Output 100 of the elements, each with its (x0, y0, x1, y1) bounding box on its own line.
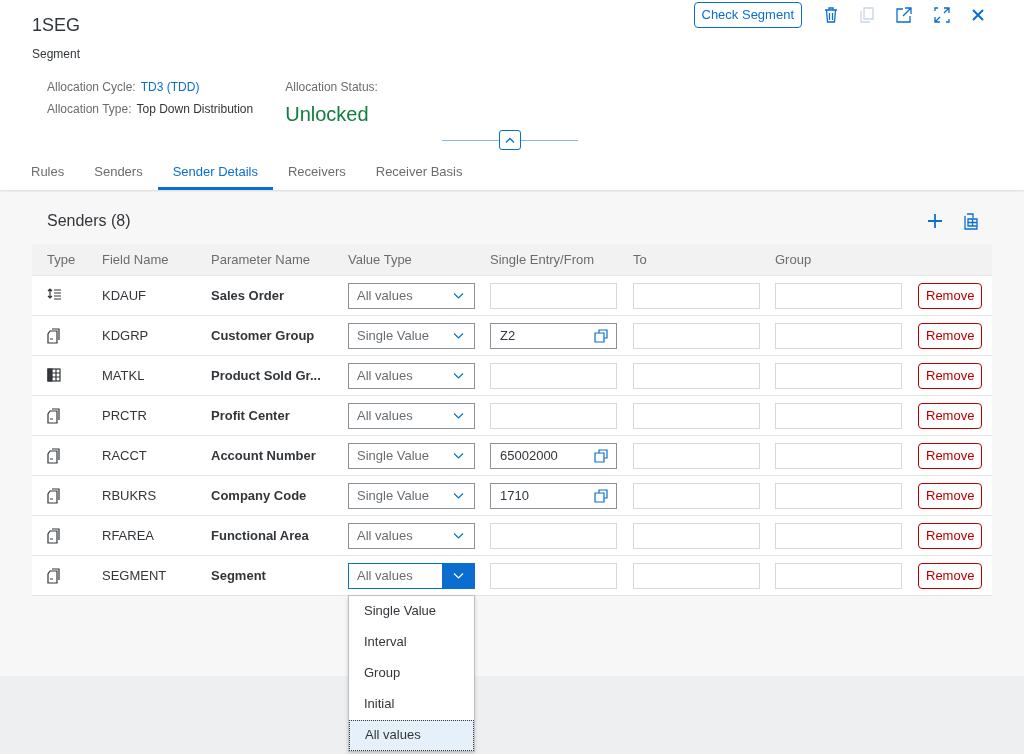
document-type-icon (47, 527, 62, 544)
group-input[interactable] (775, 402, 902, 429)
from-input[interactable] (490, 522, 617, 549)
tab[interactable]: Rules (16, 154, 80, 190)
tab[interactable]: Sender Details (157, 154, 273, 190)
parameter-name: Product Sold Gr... (211, 367, 321, 383)
field-value: Top Down Distribution (136, 101, 254, 118)
from-input[interactable] (490, 282, 617, 309)
value-type-select[interactable]: Single Value (348, 482, 475, 509)
to-input[interactable] (633, 482, 760, 509)
value-type-select[interactable]: All values (348, 282, 475, 309)
column-header: Field Name (102, 251, 169, 267)
group-input[interactable] (775, 442, 902, 469)
remove-button[interactable]: Remove (918, 282, 983, 309)
add-icon[interactable] (928, 214, 942, 228)
chevron-down-icon (452, 532, 464, 539)
group-input[interactable] (775, 282, 902, 309)
close-icon[interactable] (972, 9, 984, 21)
table-title: Senders (8) (47, 211, 131, 231)
field-name: SEGMENT (102, 567, 167, 583)
group-input[interactable] (775, 322, 902, 349)
group-input[interactable] (775, 482, 902, 509)
remove-button[interactable]: Remove (918, 322, 983, 349)
value-type-select[interactable]: All values (348, 562, 475, 589)
field-label: Allocation Type: (47, 101, 132, 118)
table-settings-icon[interactable] (962, 212, 978, 230)
dropdown-option[interactable]: Initial (349, 688, 474, 720)
column-header: Single Entry/From (490, 251, 595, 267)
to-input[interactable] (633, 562, 760, 589)
field-name: RACCT (102, 447, 147, 463)
from-input[interactable]: 1710 (490, 482, 617, 509)
remove-button[interactable]: Remove (918, 362, 983, 389)
column-header: Parameter Name (211, 251, 310, 267)
value-type-select[interactable]: Single Value (348, 322, 475, 349)
delete-icon[interactable] (824, 7, 838, 23)
chevron-down-icon (452, 452, 464, 459)
column-header: Group (775, 251, 812, 267)
column-header: Type (47, 251, 76, 267)
from-input[interactable] (490, 362, 617, 389)
document-type-icon (47, 327, 62, 344)
tab[interactable]: Receiver Basis (360, 154, 478, 190)
from-input[interactable] (490, 562, 617, 589)
group-input[interactable] (775, 522, 902, 549)
remove-button[interactable]: Remove (918, 402, 983, 429)
document-type-icon (47, 567, 62, 584)
dropdown-option[interactable]: All values (349, 719, 474, 751)
to-input[interactable] (633, 522, 760, 549)
remove-button[interactable]: Remove (918, 562, 983, 589)
parameter-name: Profit Center (211, 407, 290, 423)
remove-button[interactable]: Remove (918, 442, 983, 469)
check-segment-button[interactable]: Check Segment (693, 2, 802, 28)
from-input[interactable] (490, 402, 617, 429)
parameter-name: Company Code (211, 487, 307, 503)
status-value: Unlocked (285, 102, 370, 127)
to-input[interactable] (633, 282, 760, 309)
to-input[interactable] (633, 442, 760, 469)
value-type-select[interactable]: All values (348, 402, 475, 429)
parameter-name: Customer Group (211, 327, 315, 343)
field-name: MATKL (102, 367, 145, 383)
from-input[interactable]: Z2 (490, 322, 617, 349)
parameter-name: Functional Area (211, 527, 309, 543)
value-help-icon[interactable] (594, 488, 608, 503)
value-type-select[interactable]: All values (348, 522, 475, 549)
dropdown-option[interactable]: Single Value (349, 595, 474, 627)
dropdown-option[interactable]: Group (349, 657, 474, 689)
dropdown-option[interactable]: Interval (349, 626, 474, 658)
field-name: PRCTR (102, 407, 147, 423)
value-help-icon[interactable] (594, 448, 608, 463)
parameter-name: Segment (211, 567, 266, 583)
value-type-select[interactable]: Single Value (348, 442, 475, 469)
column-header: Value Type (348, 251, 412, 267)
parameter-name: Account Number (211, 447, 316, 463)
status-label: Allocation Status: (285, 79, 378, 96)
remove-button[interactable]: Remove (918, 522, 983, 549)
from-input[interactable]: 65002000 (490, 442, 617, 469)
document-type-icon (47, 447, 62, 464)
document-type-icon (47, 407, 62, 424)
chevron-down-icon (452, 332, 464, 339)
document-type-icon (47, 487, 62, 504)
expand-icon[interactable] (934, 7, 950, 23)
to-input[interactable] (633, 362, 760, 389)
value-type-select[interactable]: All values (348, 362, 475, 389)
remove-button[interactable]: Remove (918, 482, 983, 509)
value-help-icon[interactable] (594, 328, 608, 343)
field-name: RBUKRS (102, 487, 157, 503)
tab[interactable]: Receivers (272, 154, 361, 190)
column-header: To (633, 251, 647, 267)
field-name: KDGRP (102, 327, 149, 343)
to-input[interactable] (633, 322, 760, 349)
tab[interactable]: Senders (79, 154, 158, 190)
chevron-down-icon (452, 372, 464, 379)
collapse-header-button[interactable] (499, 130, 521, 150)
allocation-cycle-link[interactable]: TD3 (TDD) (140, 78, 200, 96)
chevron-down-icon (452, 492, 464, 499)
field-name: RFAREA (102, 527, 154, 543)
copy-icon[interactable] (860, 7, 874, 23)
to-input[interactable] (633, 402, 760, 429)
group-input[interactable] (775, 562, 902, 589)
share-icon[interactable] (896, 7, 912, 23)
group-input[interactable] (775, 362, 902, 389)
